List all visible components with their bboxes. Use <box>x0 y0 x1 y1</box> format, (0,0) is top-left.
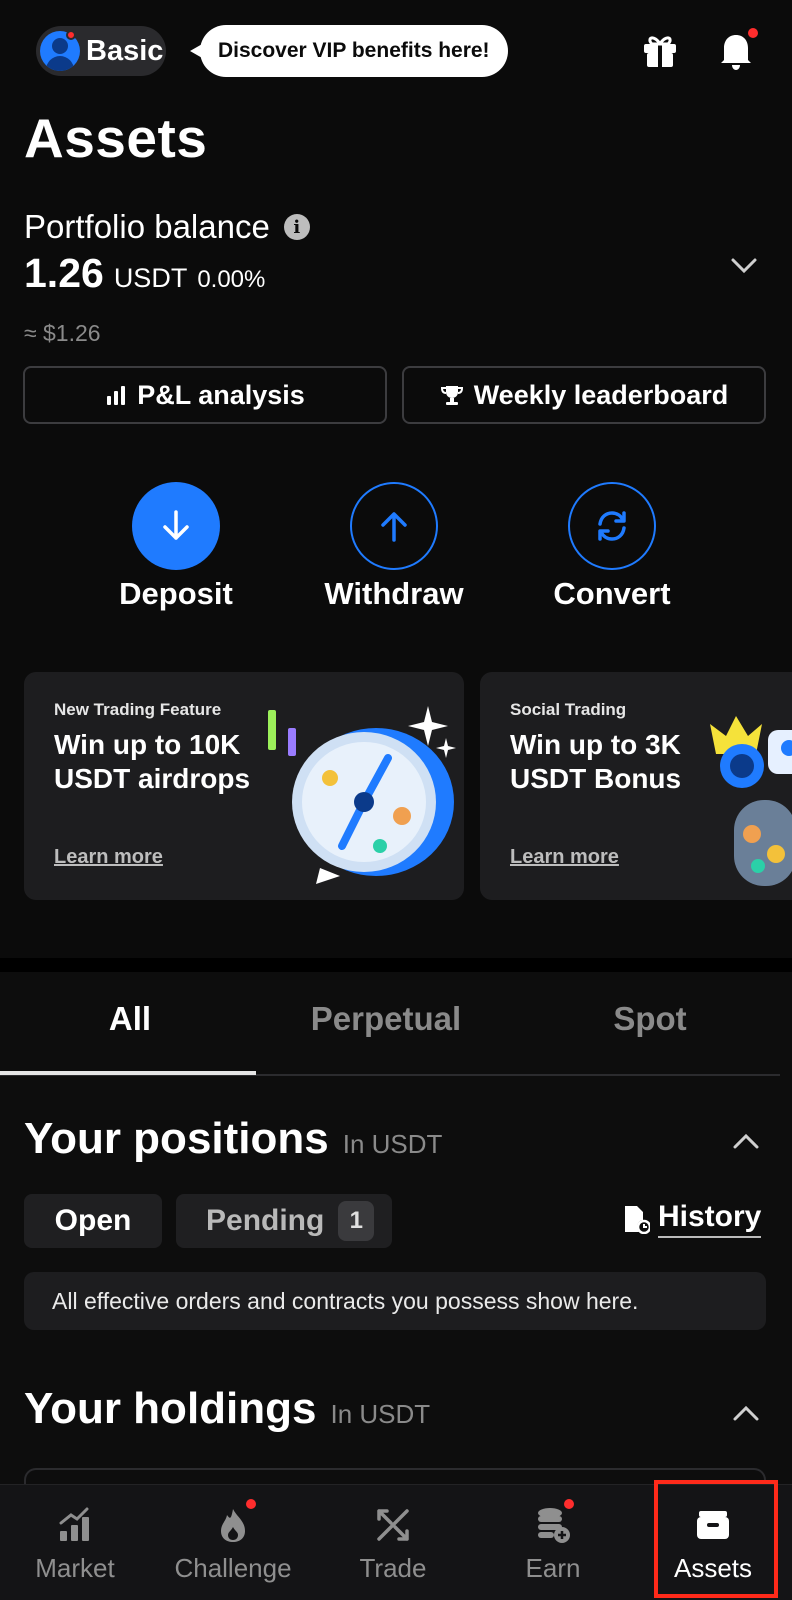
vip-tooltip[interactable]: Discover VIP benefits here! <box>190 25 508 77</box>
promo-tag: New Trading Feature <box>54 700 222 719</box>
top-bar: Basic Discover VIP benefits here! <box>0 0 792 100</box>
holdings-title: Your holdings <box>24 1384 317 1433</box>
nav-earn-label: Earn <box>525 1553 581 1583</box>
gift-icon[interactable] <box>640 30 680 70</box>
challenge-alert-dot <box>246 1499 256 1509</box>
deposit-action[interactable]: Deposit <box>96 482 256 612</box>
nav-earn[interactable]: Earn <box>478 1485 628 1600</box>
coins-stack-icon <box>538 1508 570 1543</box>
portfolio-label: Portfolio balance i <box>24 208 310 246</box>
active-tab-indicator <box>0 1071 256 1075</box>
tab-all[interactable]: All <box>0 1000 260 1038</box>
history-label: History <box>658 1200 762 1238</box>
nav-market[interactable]: Market <box>0 1485 150 1600</box>
social-trading-illustration <box>710 716 792 886</box>
withdraw-action[interactable]: Withdraw <box>314 482 474 612</box>
open-positions-chip[interactable]: Open <box>24 1194 162 1248</box>
tab-perpetual[interactable]: Perpetual <box>256 1000 516 1038</box>
info-icon[interactable]: i <box>283 214 310 240</box>
deposit-label: Deposit <box>119 576 233 611</box>
trade-arrows-icon <box>377 1509 409 1541</box>
chevron-down-icon[interactable] <box>730 256 758 276</box>
learn-more-link[interactable]: Learn more <box>510 846 619 869</box>
balance-usd: ≈ $1.26 <box>24 320 101 346</box>
convert-icon <box>568 482 656 570</box>
balance-row: 1.26 USDT 0.00% <box>24 250 265 297</box>
flame-icon <box>221 1509 245 1542</box>
pending-label: Pending <box>206 1204 325 1237</box>
withdraw-label: Withdraw <box>324 576 464 611</box>
open-label: Open <box>54 1204 132 1237</box>
holdings-header: Your holdings In USDT <box>24 1384 430 1434</box>
bar-chart-icon <box>107 386 126 405</box>
positions-empty-message: All effective orders and contracts you p… <box>24 1272 766 1330</box>
nav-trade-label: Trade <box>359 1553 427 1583</box>
balance-unit: USDT <box>113 263 188 293</box>
asset-tabs: All Perpetual Spot <box>0 972 780 1076</box>
positions-header: Your positions In USDT <box>24 1114 442 1164</box>
notification-dot <box>66 30 76 40</box>
page-title: Assets <box>24 107 208 169</box>
compass-illustration <box>268 706 456 884</box>
tab-spot[interactable]: Spot <box>520 1000 780 1038</box>
pl-analysis-button[interactable]: P&L analysis <box>23 366 387 424</box>
history-document-icon <box>625 1206 650 1234</box>
nav-challenge[interactable]: Challenge <box>158 1485 308 1600</box>
promo-headline: Win up to 10K USDT airdrops <box>54 729 251 794</box>
vip-tooltip-text: Discover VIP benefits here! <box>218 39 490 62</box>
positions-unit: In USDT <box>342 1129 443 1159</box>
nav-market-label: Market <box>35 1553 115 1583</box>
promo-tag: Social Trading <box>510 700 627 719</box>
withdraw-icon <box>350 482 438 570</box>
learn-more-link[interactable]: Learn more <box>54 846 163 869</box>
pl-analysis-label: P&L analysis <box>137 379 305 410</box>
weekly-leaderboard-button[interactable]: Weekly leaderboard <box>402 366 766 424</box>
nav-trade[interactable]: Trade <box>318 1485 468 1600</box>
deposit-icon <box>132 482 220 570</box>
earn-alert-dot <box>564 1499 574 1509</box>
portfolio-label-text: Portfolio balance <box>24 208 270 245</box>
holdings-unit: In USDT <box>330 1399 431 1429</box>
promo-headline: Win up to 3K USDT Bonus <box>510 729 682 794</box>
history-link[interactable]: History <box>622 1200 762 1238</box>
weekly-leaderboard-label: Weekly leaderboard <box>473 379 729 410</box>
chevron-up-icon[interactable] <box>732 1404 760 1422</box>
tier-label: Basic <box>86 34 164 67</box>
pending-count-badge: 1 <box>338 1201 375 1241</box>
convert-label: Convert <box>553 576 671 611</box>
trophy-icon <box>440 386 463 405</box>
assets-highlight-box <box>654 1480 778 1598</box>
promo-card-bonus[interactable]: Social Trading Win up to 3K USDT Bonus L… <box>480 672 792 900</box>
balance-value: 1.26 <box>24 250 104 296</box>
chevron-up-icon[interactable] <box>732 1132 760 1150</box>
market-chart-icon <box>59 1507 89 1541</box>
convert-action[interactable]: Convert <box>532 482 692 612</box>
account-tier-pill[interactable]: Basic <box>36 26 166 76</box>
nav-challenge-label: Challenge <box>174 1553 292 1583</box>
balance-change: 0.00% <box>197 266 266 293</box>
promo-card-airdrops[interactable]: New Trading Feature Win up to 10K USDT a… <box>24 672 464 900</box>
pending-positions-chip[interactable]: Pending 1 <box>176 1194 392 1248</box>
positions-title: Your positions <box>24 1114 329 1163</box>
bell-alert-dot <box>748 28 758 38</box>
section-divider <box>0 958 792 972</box>
